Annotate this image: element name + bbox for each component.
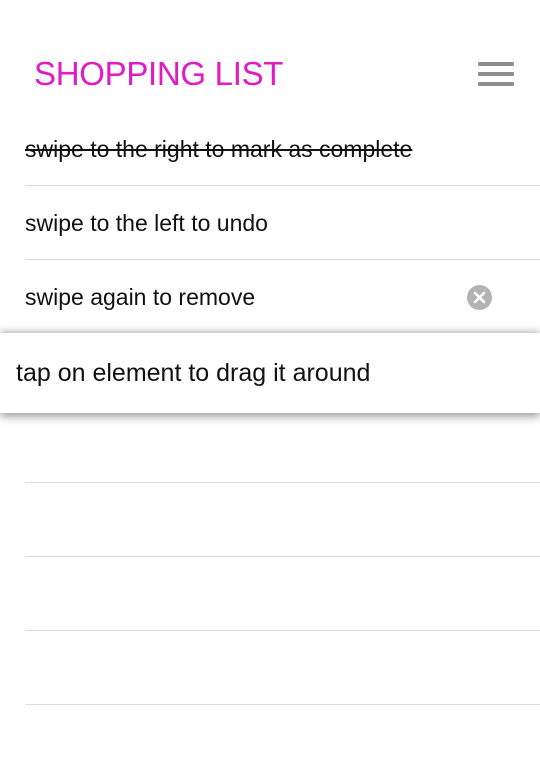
list-item-completed[interactable]: swipe to the right to mark as complete [0,112,540,186]
dragging-list-item[interactable]: tap on element to drag it around [0,333,540,413]
shopping-list: swipe to the right to mark as complete s… [0,112,540,334]
list-item-text: tap on element to drag it around [16,359,371,387]
list-item-text: swipe to the left to undo [25,210,268,236]
row-divider [25,704,540,705]
clear-circle-icon [467,285,492,310]
list-item-text: swipe to the right to mark as complete [25,136,413,162]
empty-row [0,409,540,483]
empty-row [0,557,540,631]
list-item-text: swipe again to remove [25,284,256,310]
list-item[interactable]: swipe again to remove [0,260,540,334]
app-header: SHOPPING LIST [0,0,540,112]
empty-list-area [0,409,540,705]
page-title: SHOPPING LIST [34,55,284,92]
empty-row [0,483,540,557]
list-item[interactable]: swipe to the left to undo [0,186,540,260]
menu-button[interactable] [470,55,522,93]
remove-button[interactable] [467,285,492,310]
empty-row [0,631,540,705]
